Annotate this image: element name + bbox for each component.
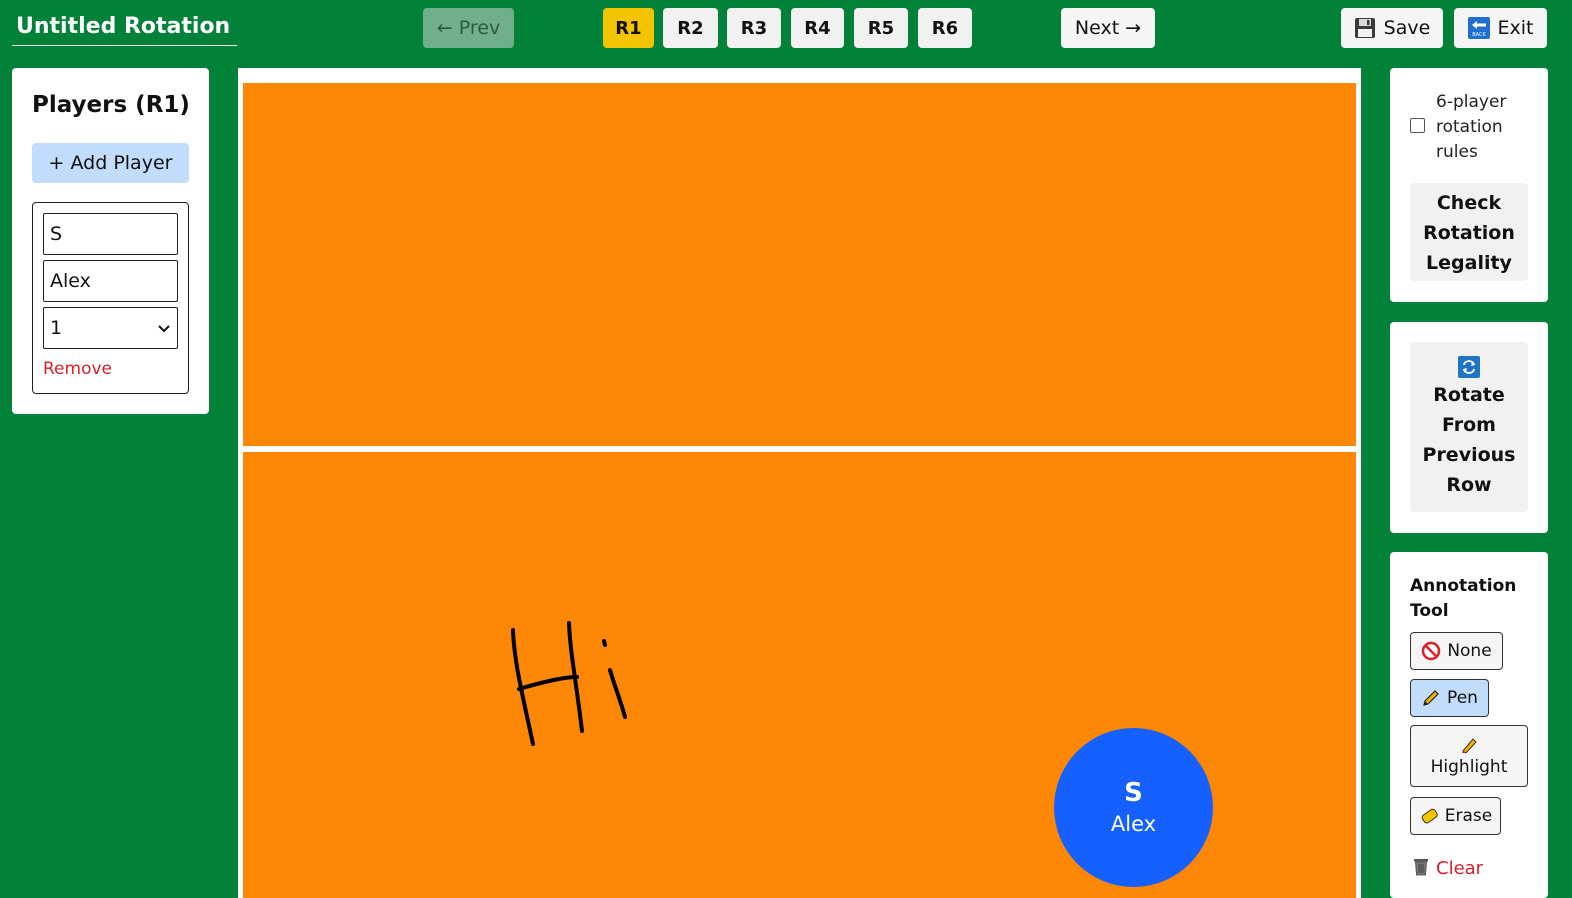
rules-checkbox[interactable] [1410, 118, 1425, 133]
round-tab-r5[interactable]: R5 [854, 8, 908, 48]
svg-text:BACK: BACK [1472, 32, 1486, 38]
tool-highlight-label: Highlight [1430, 757, 1508, 777]
save-button[interactable]: Save [1341, 8, 1443, 48]
exit-label: Exit [1497, 17, 1534, 39]
tool-highlight-button[interactable]: Highlight [1410, 725, 1528, 787]
pencil-icon [1421, 688, 1441, 708]
tool-none-label: None [1447, 641, 1492, 661]
floppy-disk-icon [1354, 17, 1376, 39]
round-tab-r4[interactable]: R4 [791, 8, 844, 48]
save-label: Save [1383, 17, 1431, 39]
player-number-value: 1 [50, 317, 63, 339]
token-name: Alex [1110, 811, 1157, 836]
clear-label: Clear [1436, 858, 1484, 879]
round-tab-r1[interactable]: R1 [603, 8, 654, 48]
tool-pen-label: Pen [1447, 688, 1478, 708]
rules-label: 6-player rotation rules [1436, 92, 1507, 162]
check-legality-button[interactable]: Check Rotation Legality [1410, 183, 1528, 281]
next-button[interactable]: Next → [1061, 8, 1155, 48]
player-token[interactable]: S Alex [1054, 728, 1213, 887]
player-card: S Alex 1 Remove [32, 202, 189, 394]
round-tab-r6[interactable]: R6 [918, 8, 972, 48]
player-position-input[interactable]: S [43, 213, 178, 255]
round-tab-r3[interactable]: R3 [727, 8, 781, 48]
players-title: Players (R1) [32, 92, 190, 118]
annotation-tool-title: Annotation Tool [1410, 576, 1517, 621]
add-player-button[interactable]: + Add Player [32, 143, 189, 183]
eraser-icon [1419, 806, 1439, 826]
players-panel: Players (R1) + Add Player S Alex 1 Remov… [12, 68, 209, 414]
prev-button[interactable]: ← Prev [423, 8, 514, 48]
tool-pen-button[interactable]: Pen [1410, 679, 1489, 717]
clear-annotations-button[interactable]: Clear [1412, 856, 1483, 881]
rotate-icon [1458, 356, 1480, 378]
exit-button[interactable]: BACK Exit [1454, 8, 1547, 48]
tool-erase-label: Erase [1444, 806, 1493, 826]
rules-card: 6-player rotation rules Check Rotation L… [1390, 68, 1548, 302]
back-arrow-icon: BACK [1467, 17, 1490, 39]
tool-none-button[interactable]: None [1410, 632, 1503, 670]
token-position: S [1124, 777, 1143, 808]
rotation-title-input[interactable]: Untitled Rotation [12, 10, 237, 46]
court-canvas[interactable]: S Alex [238, 68, 1361, 898]
tool-erase-button[interactable]: Erase [1410, 797, 1501, 835]
rotate-label: Rotate From Previous Row [1422, 384, 1516, 496]
rotate-card: Rotate From Previous Row [1390, 322, 1548, 533]
chevron-down-icon [157, 308, 171, 348]
highlighter-icon [1459, 735, 1479, 755]
prohibited-icon [1421, 641, 1441, 661]
remove-player-link[interactable]: Remove [43, 359, 112, 379]
court-bottom-half[interactable]: S Alex [243, 452, 1356, 898]
annotation-tool-card: Annotation Tool None Pen Highlight Erase… [1390, 552, 1548, 898]
court-top-half[interactable] [243, 83, 1356, 446]
round-tab-r2[interactable]: R2 [663, 8, 718, 48]
rotate-from-previous-button[interactable]: Rotate From Previous Row [1410, 342, 1528, 512]
player-name-input[interactable]: Alex [43, 260, 178, 302]
player-number-select[interactable]: 1 [43, 307, 178, 349]
trash-icon [1412, 856, 1430, 881]
